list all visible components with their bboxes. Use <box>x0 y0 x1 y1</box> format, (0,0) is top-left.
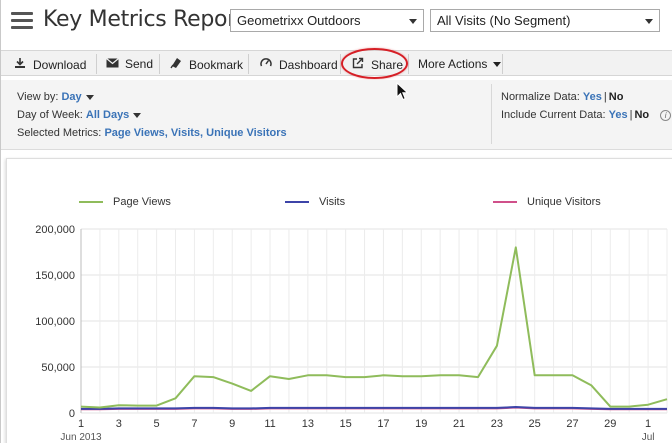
line-chart: 050,000100,000150,000200,0001 3 5 7 9 11 13 15 1… <box>35 224 668 443</box>
report-suite-value: Geometrixx Outdoors <box>237 13 361 28</box>
day-of-week-row: Day of Week: All Days <box>17 109 142 121</box>
x-tick-label: 27 <box>566 418 578 430</box>
toolbar-divider <box>408 54 409 74</box>
x-sublabel: Jul <box>642 432 655 443</box>
info-icon[interactable]: i <box>660 109 672 121</box>
normalize-yes-link[interactable]: Yes <box>583 91 602 103</box>
x-tick-label: 17 <box>377 418 389 430</box>
y-tick-label: 0 <box>69 408 75 420</box>
download-label: Download <box>33 58 87 72</box>
send-button[interactable]: Send <box>105 52 153 75</box>
normalize-no-option[interactable]: No <box>609 91 624 103</box>
view-by-label: View by: <box>17 91 59 103</box>
mouse-pointer-icon <box>396 82 409 101</box>
normalize-row: Normalize Data: Yes | No <box>501 91 624 103</box>
caret-down-icon <box>85 94 94 100</box>
view-by-value: Day <box>61 91 82 103</box>
more-actions-button[interactable]: More Actions <box>418 52 502 75</box>
selected-metrics-label: Selected Metrics: <box>17 127 102 139</box>
include-current-row: Include Current Data: Yes | No i <box>501 109 672 121</box>
download-icon <box>13 57 27 72</box>
x-tick-label: 1 <box>78 418 84 430</box>
report-header: Key Metrics Report Geometrixx Outdoors A… <box>1 0 672 46</box>
options-divider <box>491 84 492 144</box>
segment-value: All Visits (No Segment) <box>437 13 571 28</box>
gauge-icon <box>259 57 273 72</box>
x-tick-label: 11 <box>264 418 275 430</box>
toolbar-divider <box>96 54 97 74</box>
x-tick-label: 1 <box>645 418 651 430</box>
view-by-dropdown[interactable]: Day <box>61 91 94 103</box>
x-tick-label: 21 <box>453 418 465 430</box>
x-tick-label: 25 <box>529 418 541 430</box>
bookmark-label: Bookmark <box>189 58 244 72</box>
x-tick-label: 19 <box>415 418 427 430</box>
x-tick-label: 23 <box>491 418 503 430</box>
report-options-panel: View by: Day Day of Week: All Days Selec… <box>1 80 672 150</box>
chart-panel: Page Views Visits Unique Visitors 0 50,00… <box>6 158 672 443</box>
include-current-no-option[interactable]: No <box>634 109 649 121</box>
y-tick-label: 50,000 <box>41 362 75 374</box>
bookmark-button[interactable]: Bookmark <box>169 52 243 75</box>
y-tick-label: 200,000 <box>35 224 75 236</box>
dashboard-label: Dashboard <box>279 58 338 72</box>
dashboard-button[interactable]: Dashboard <box>259 52 338 75</box>
x-tick-label: 13 <box>302 418 314 430</box>
caret-down-icon <box>133 112 142 118</box>
caret-down-icon <box>493 62 502 68</box>
envelope-icon <box>105 58 119 71</box>
share-highlight-circle <box>341 48 408 79</box>
include-current-label: Include Current Data: <box>501 109 606 121</box>
menu-icon[interactable] <box>11 12 33 30</box>
report-window: Key Metrics Report Geometrixx Outdoors A… <box>0 0 672 443</box>
toolbar-divider <box>502 54 503 74</box>
series-line-visits[interactable] <box>81 406 667 410</box>
x-tick-label: 29 <box>604 418 616 430</box>
x-tick-label: 9 <box>229 418 235 430</box>
x-tick-label: 5 <box>154 418 160 430</box>
selected-metrics-row: Selected Metrics: Page Views, Visits, Un… <box>17 127 287 139</box>
chevron-down-icon <box>645 19 653 24</box>
send-label: Send <box>125 57 154 71</box>
y-tick-label: 150,000 <box>35 270 75 282</box>
include-current-yes-link[interactable]: Yes <box>609 109 628 121</box>
x-tick-label: 3 <box>116 418 122 430</box>
download-button[interactable]: Download <box>13 52 86 75</box>
action-toolbar: Download Send Bookmark Dashboard Share M… <box>1 50 672 76</box>
normalize-label: Normalize Data: <box>501 91 580 103</box>
more-actions-label: More Actions <box>418 57 488 71</box>
view-by-row: View by: Day <box>17 91 94 103</box>
x-sublabel: Jun 2013 <box>60 432 102 443</box>
page-title: Key Metrics Report <box>43 7 245 32</box>
report-suite-select[interactable]: Geometrixx Outdoors <box>230 9 424 32</box>
toolbar-divider <box>248 54 249 74</box>
day-of-week-dropdown[interactable]: All Days <box>85 109 142 121</box>
segment-select[interactable]: All Visits (No Segment) <box>430 9 660 32</box>
chevron-down-icon <box>409 19 417 24</box>
toolbar-divider <box>159 54 160 74</box>
bookmark-icon <box>169 57 183 72</box>
day-of-week-value: All Days <box>85 109 130 121</box>
day-of-week-label: Day of Week: <box>17 109 83 121</box>
x-tick-label: 15 <box>340 418 352 430</box>
y-tick-label: 100,000 <box>35 316 75 328</box>
series-line-page-views[interactable] <box>80 246 668 409</box>
selected-metrics-link[interactable]: Page Views, Visits, Unique Visitors <box>104 127 286 139</box>
x-tick-label: 7 <box>191 418 197 430</box>
